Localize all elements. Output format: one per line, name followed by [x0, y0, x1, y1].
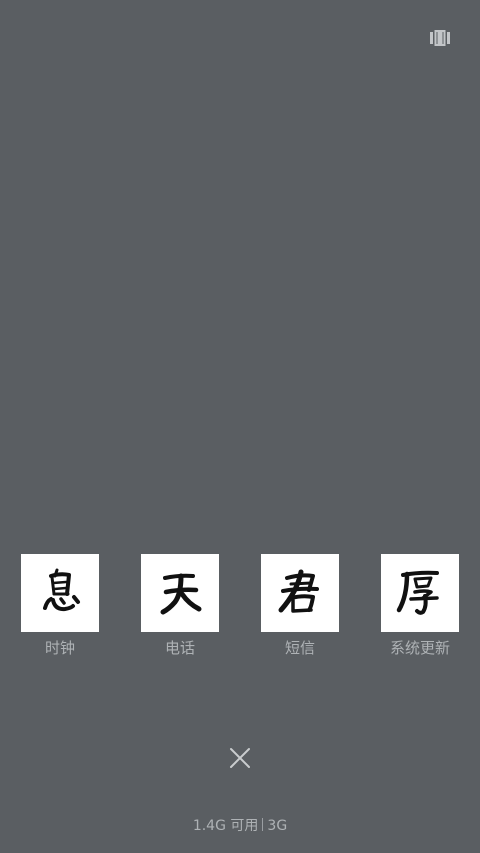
close-all-button[interactable]	[228, 746, 252, 770]
sms-app-icon[interactable]	[261, 554, 339, 632]
app-label-clock: 时钟	[44, 639, 75, 657]
phone-app-icon[interactable]	[141, 554, 219, 632]
layout-toggle-icon[interactable]	[430, 30, 450, 46]
memory-available: 1.4G 可用	[192, 818, 259, 834]
memory-divider	[262, 818, 264, 831]
memory-total: 3G	[267, 818, 288, 834]
app-clock[interactable]: 时钟	[21, 554, 99, 658]
app-system-update[interactable]: 系统更新	[381, 554, 459, 658]
app-label-phone: 电话	[164, 639, 195, 657]
memory-status: 1.4G 可用 3G	[0, 815, 480, 835]
app-label-sms: 短信	[284, 639, 315, 657]
app-phone[interactable]: 电话	[141, 554, 219, 658]
clock-app-icon[interactable]	[21, 554, 99, 632]
close-icon	[230, 748, 250, 768]
recent-apps-row: 时钟 电话 短信 系统更新	[0, 554, 480, 664]
app-sms[interactable]: 短信	[261, 554, 339, 658]
system-update-app-icon[interactable]	[381, 554, 459, 632]
app-label-system-update: 系统更新	[389, 639, 450, 657]
